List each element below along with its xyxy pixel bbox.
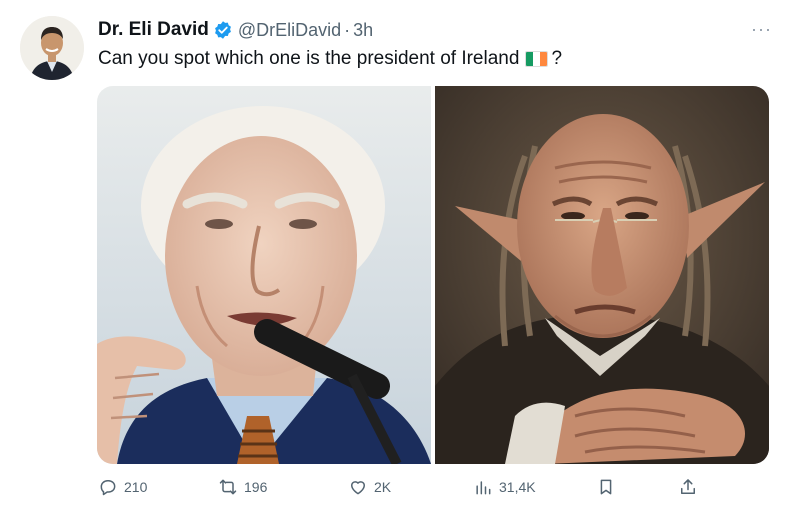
share-button[interactable] bbox=[678, 474, 704, 500]
author-name[interactable]: Dr. Eli David bbox=[98, 19, 209, 41]
view-count: 31,4K bbox=[499, 479, 536, 495]
tweet-header: Dr. Eli David @DrEliDavid · 3h bbox=[98, 18, 373, 42]
ireland-flag-icon bbox=[525, 51, 549, 67]
reply-button[interactable]: 210 bbox=[98, 474, 147, 500]
separator-dot: · bbox=[344, 19, 351, 40]
reply-count: 210 bbox=[124, 479, 148, 495]
tweet-text-suffix: ? bbox=[551, 48, 563, 69]
verified-badge-icon bbox=[213, 20, 233, 40]
reply-icon bbox=[100, 480, 116, 496]
tweet-media[interactable] bbox=[97, 86, 769, 464]
views-icon bbox=[476, 481, 491, 495]
bookmark-button[interactable] bbox=[596, 474, 622, 500]
like-button[interactable]: 2K bbox=[348, 474, 391, 500]
tweet-text-body: Can you spot which one is the president … bbox=[98, 48, 520, 69]
like-count: 2K bbox=[374, 479, 392, 495]
action-bar: 210 196 2K 31,4K bbox=[98, 474, 718, 500]
tweet[interactable]: Dr. Eli David @DrEliDavid · 3h ··· Can y… bbox=[0, 0, 800, 508]
retweet-button[interactable]: 196 bbox=[218, 474, 267, 500]
timestamp[interactable]: 3h bbox=[353, 20, 373, 41]
retweet-icon bbox=[219, 479, 237, 495]
avatar[interactable] bbox=[20, 16, 84, 80]
photo-left[interactable] bbox=[97, 86, 431, 464]
tweet-text: Can you spot which one is the president … bbox=[98, 48, 562, 70]
photo-right[interactable] bbox=[435, 86, 769, 464]
views-button[interactable]: 31,4K bbox=[473, 474, 536, 500]
bookmark-icon bbox=[600, 479, 612, 495]
like-icon bbox=[351, 481, 365, 495]
more-icon[interactable]: ··· bbox=[751, 19, 772, 40]
retweet-count: 196 bbox=[244, 479, 268, 495]
author-handle[interactable]: @DrEliDavid bbox=[238, 20, 341, 41]
share-icon bbox=[681, 479, 695, 494]
